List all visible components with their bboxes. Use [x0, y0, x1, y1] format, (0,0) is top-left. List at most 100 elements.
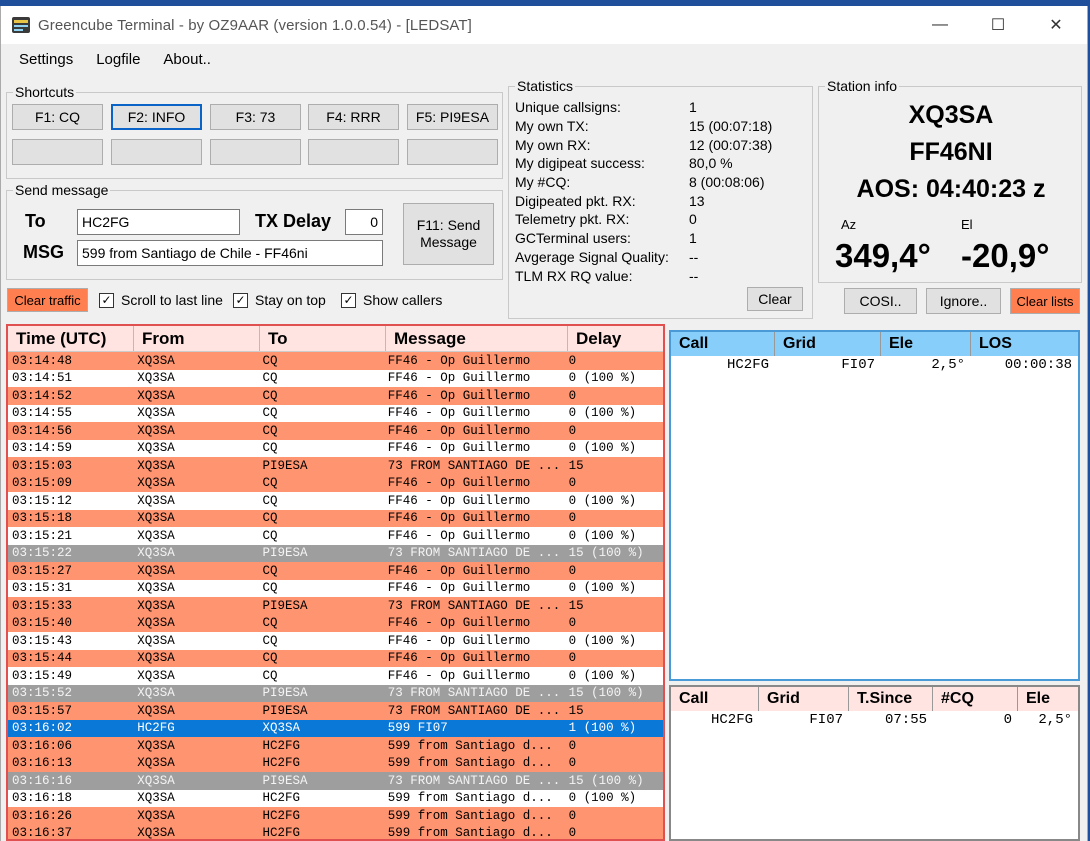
send-message-button[interactable]: F11: Send Message [403, 203, 494, 265]
column-header-time[interactable]: Time (UTC) [8, 326, 134, 351]
callers-table[interactable]: Call Grid T.Since #CQ Ele HC2FG FI07 07:… [669, 685, 1080, 841]
table-row[interactable]: 03:14:59 XQ3SA CQ FF46 - Op Guillermo 0 (100… [8, 439, 663, 457]
table-row[interactable]: 03:14:48 XQ3SA CQ FF46 - Op Guillermo 0 [8, 352, 663, 370]
clear-traffic-button[interactable]: Clear traffic [7, 288, 88, 312]
table-row[interactable]: 03:15:27 XQ3SA CQ FF46 - Op Guillermo 0 [8, 562, 663, 580]
shortcut-f5-button[interactable]: F5: PI9ESA [407, 104, 498, 130]
column-header-call[interactable]: Call [671, 687, 759, 711]
to-input[interactable] [77, 209, 240, 235]
table-row[interactable]: 03:16:13 XQ3SA HC2FG 599 from Santiago d...… [8, 754, 663, 772]
stay-on-top-checkbox[interactable]: ✓ Stay on top [233, 292, 326, 308]
menu-about[interactable]: About.. [152, 51, 222, 68]
table-row[interactable]: 03:16:02 HC2FG XQ3SA 599 FI07 1 (100 %) [8, 719, 663, 737]
delay-cell: 0 [568, 756, 577, 771]
from-cell: XQ3SA [137, 686, 175, 701]
from-cell: XQ3SA [137, 563, 175, 578]
table-row[interactable]: 03:16:37 XQ3SA HC2FG 599 from Santiago d...… [8, 824, 663, 841]
stat-value: 1 [689, 99, 697, 115]
shortcut-f2-button[interactable]: F2: INFO [111, 104, 202, 130]
table-row[interactable]: 03:15:43 XQ3SA CQ FF46 - Op Guillermo 0 (100… [8, 632, 663, 650]
traffic-table[interactable]: Time (UTC) From To Message Delay 03:14:4… [6, 324, 665, 841]
time-cell: 03:16:13 [12, 756, 73, 771]
column-header-grid[interactable]: Grid [775, 332, 881, 356]
cosi-button[interactable]: COSI.. [844, 288, 917, 314]
table-row[interactable]: 03:14:52 XQ3SA CQ FF46 - Op Guillermo 0 [8, 387, 663, 405]
table-row[interactable]: 03:15:31 XQ3SA CQ FF46 - Op Guillermo 0 (100… [8, 579, 663, 597]
shortcut-f3-button[interactable]: F3: 73 [210, 104, 301, 130]
delay-cell: 0 (100 %) [568, 406, 637, 421]
station-info-group: Station info XQ3SA FF46NI AOS: 04:40:23 … [818, 78, 1082, 283]
column-header-call[interactable]: Call [671, 332, 775, 356]
table-row[interactable]: 03:16:06 XQ3SA HC2FG 599 from Santiago d...… [8, 737, 663, 755]
table-row[interactable]: 03:15:33 XQ3SA PI9ESA 73 FROM SANTIAGO DE .… [8, 597, 663, 615]
app-icon [12, 17, 30, 33]
from-cell: XQ3SA [137, 616, 175, 631]
stat-label: My own TX: [515, 118, 589, 134]
from-cell: XQ3SA [137, 826, 175, 841]
column-header-los[interactable]: LOS [971, 332, 1078, 356]
shortcut-f1-button[interactable]: F1: CQ [12, 104, 103, 130]
shortcut-empty-button[interactable] [407, 139, 498, 165]
txdelay-input[interactable] [345, 209, 383, 235]
clear-statistics-button[interactable]: Clear [747, 287, 803, 311]
close-button[interactable]: ✕ [1027, 6, 1085, 44]
time-cell: 03:15:57 [12, 703, 73, 718]
menu-logfile[interactable]: Logfile [85, 51, 151, 68]
column-header-ele[interactable]: Ele [1018, 687, 1078, 711]
table-row[interactable]: 03:15:52 XQ3SA PI9ESA 73 FROM SANTIAGO DE .… [8, 684, 663, 702]
time-cell: 03:15:12 [12, 493, 73, 508]
show-callers-label: Show callers [363, 292, 443, 308]
table-row[interactable]: 03:16:18 XQ3SA HC2FG 599 from Santiago d...… [8, 789, 663, 807]
show-callers-checkbox[interactable]: ✓ Show callers [341, 292, 442, 308]
to-cell: CQ [262, 528, 278, 543]
table-row[interactable]: 03:15:49 XQ3SA CQ FF46 - Op Guillermo 0 (100… [8, 667, 663, 685]
table-row[interactable]: 03:16:16 XQ3SA PI9ESA 73 FROM SANTIAGO DE .… [8, 772, 663, 790]
table-row[interactable]: 03:16:26 XQ3SA HC2FG 599 from Santiago d...… [8, 807, 663, 825]
column-header-tsince[interactable]: T.Since [849, 687, 933, 711]
stat-label: Avgerage Signal Quality: [515, 249, 669, 265]
table-row[interactable]: HC2FG FI07 2,5° 00:00:38 [671, 356, 1078, 374]
table-row[interactable]: 03:15:03 XQ3SA PI9ESA 73 FROM SANTIAGO DE .… [8, 457, 663, 475]
column-header-delay[interactable]: Delay [568, 326, 663, 351]
call-cell: HC2FG [726, 357, 769, 373]
callers-table-header: Call Grid T.Since #CQ Ele [671, 687, 1078, 711]
maximize-button[interactable]: ☐ [969, 6, 1027, 44]
column-header-cq[interactable]: #CQ [933, 687, 1018, 711]
message-cell: 599 from Santiago d... [387, 826, 553, 841]
calls-table[interactable]: Call Grid Ele LOS HC2FG FI07 2,5° 00:00:… [669, 330, 1080, 681]
table-row[interactable]: 03:15:44 XQ3SA CQ FF46 - Op Guillermo 0 [8, 649, 663, 667]
column-header-ele[interactable]: Ele [881, 332, 971, 356]
shortcut-empty-button[interactable] [111, 139, 202, 165]
table-row[interactable]: 03:15:57 XQ3SA PI9ESA 73 FROM SANTIAGO DE .… [8, 702, 663, 720]
minimize-button[interactable]: — [911, 6, 969, 44]
msg-input[interactable] [77, 240, 383, 266]
table-row[interactable]: 03:15:21 XQ3SA CQ FF46 - Op Guillermo 0 (100… [8, 527, 663, 545]
aos-time: AOS: 04:40:23 z [856, 175, 1046, 203]
to-cell: CQ [262, 423, 278, 438]
delay-cell: 0 [568, 511, 577, 526]
table-row[interactable]: 03:15:18 XQ3SA CQ FF46 - Op Guillermo 0 [8, 509, 663, 527]
table-row[interactable]: 03:15:40 XQ3SA CQ FF46 - Op Guillermo 0 [8, 614, 663, 632]
shortcut-f4-button[interactable]: F4: RRR [308, 104, 399, 130]
shortcut-empty-button[interactable] [12, 139, 103, 165]
clear-lists-button[interactable]: Clear lists [1010, 288, 1080, 314]
menu-settings[interactable]: Settings [8, 51, 84, 68]
ignore-button[interactable]: Ignore.. [926, 288, 1001, 314]
table-row[interactable]: 03:14:55 XQ3SA CQ FF46 - Op Guillermo 0 (100… [8, 404, 663, 422]
to-cell: CQ [262, 353, 278, 368]
table-row[interactable]: 03:15:12 XQ3SA CQ FF46 - Op Guillermo 0 (100… [8, 492, 663, 510]
shortcut-empty-button[interactable] [308, 139, 399, 165]
column-header-from[interactable]: From [134, 326, 260, 351]
table-row[interactable]: 03:14:51 XQ3SA CQ FF46 - Op Guillermo 0 (100… [8, 369, 663, 387]
column-header-message[interactable]: Message [386, 326, 568, 351]
table-row[interactable]: HC2FG FI07 07:55 0 2,5° [671, 711, 1078, 729]
table-row[interactable]: 03:15:09 XQ3SA CQ FF46 - Op Guillermo 0 [8, 474, 663, 492]
message-cell: FF46 - Op Guillermo [387, 563, 531, 578]
to-cell: CQ [262, 388, 278, 403]
column-header-to[interactable]: To [260, 326, 386, 351]
shortcut-empty-button[interactable] [210, 139, 301, 165]
column-header-grid[interactable]: Grid [759, 687, 849, 711]
table-row[interactable]: 03:15:22 XQ3SA PI9ESA 73 FROM SANTIAGO DE .… [8, 544, 663, 562]
scroll-last-checkbox[interactable]: ✓ Scroll to last line [99, 292, 223, 308]
table-row[interactable]: 03:14:56 XQ3SA CQ FF46 - Op Guillermo 0 [8, 422, 663, 440]
